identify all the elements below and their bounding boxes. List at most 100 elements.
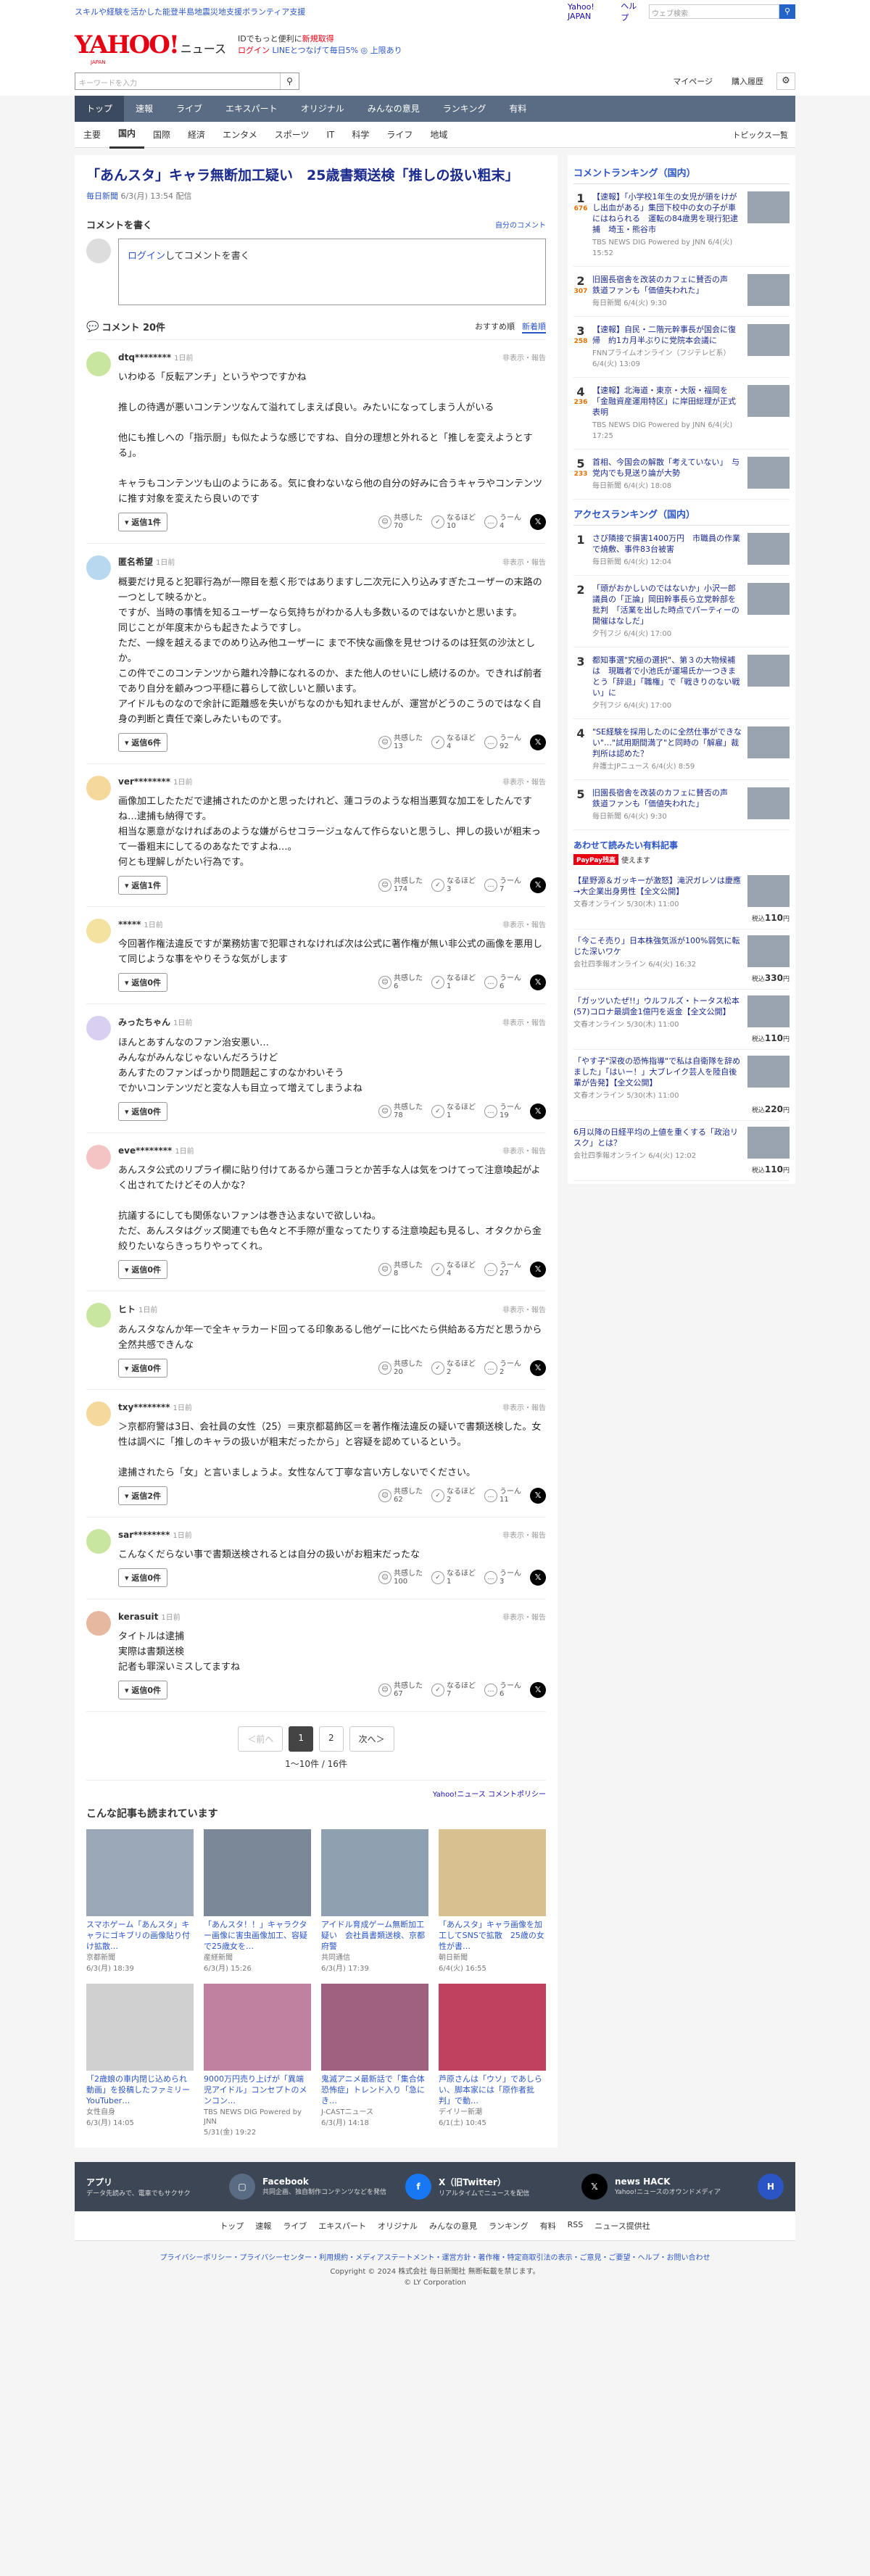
reply-button[interactable]: ▾ 返信0件 bbox=[118, 1568, 168, 1587]
paid-row[interactable]: 6月以降の日経平均の上値を重くする「政治リスク」とは？ 会社四季報オンライン 6/… bbox=[573, 1127, 790, 1161]
paid-row[interactable]: 「ガッツいたぜ!!」ウルフルズ・トータス松本(57)コロナ最調金1億円を返金【全… bbox=[573, 995, 790, 1030]
report-link[interactable]: 非表示・報告 bbox=[502, 1611, 546, 1622]
news-hack-icon[interactable]: H bbox=[758, 2174, 784, 2200]
x-share-icon[interactable]: 𝕏 bbox=[530, 1488, 546, 1504]
comment-author[interactable]: ヒト bbox=[118, 1303, 136, 1315]
ranking-title[interactable]: 旧園長宿舎を改装のカフェに賛否の声 鉄道ファンも「価値失われた」 毎日新聞 6/4… bbox=[592, 787, 743, 822]
empathy-button[interactable]: ☺ 共感した 20 bbox=[378, 1360, 423, 1376]
ranking-thumbnail[interactable] bbox=[747, 787, 790, 819]
ranking-item[interactable]: 5 233 首相、今国会の解散「考えていない」 与党内でも見送り論が大勢 毎日新聞 6… bbox=[573, 450, 790, 500]
hmm-button[interactable]: … うーん 19 bbox=[484, 1103, 521, 1119]
ranking-item[interactable]: 4 236 【速報】北海道・東京・大阪・福岡を「金融資産運用特区」に岸田総理が正式表… bbox=[573, 378, 790, 450]
recommend-item[interactable]: 芦原さんは「ウソ」であしらい、脚本家には「原作者批判」で動… デイリー新潮 6/1(… bbox=[439, 1984, 546, 2137]
keyword-input[interactable]: キーワードを入力 bbox=[75, 73, 280, 89]
recommend-thumbnail[interactable] bbox=[321, 1984, 428, 2071]
hmm-button[interactable]: … うーん 2 bbox=[484, 1360, 521, 1376]
recommend-thumbnail[interactable] bbox=[439, 1984, 546, 2071]
ranking-title[interactable]: 【速報】北海道・東京・大阪・福岡を「金融資産運用特区」に岸田総理が正式表明 TBS… bbox=[592, 385, 743, 442]
agree-button[interactable]: ✓ なるほど 1 bbox=[431, 974, 476, 990]
paid-headline[interactable]: 「やす子"深夜の恐怖指導"で私は自衛隊を辞めました」「はいー！」大ブレイク芸人を… bbox=[573, 1056, 740, 1088]
comment-author[interactable]: みったちゃん bbox=[118, 1016, 170, 1028]
footer-nav-item[interactable]: 速報 bbox=[255, 2220, 271, 2232]
empathy-button[interactable]: ☺ 共感した 62 bbox=[378, 1488, 423, 1504]
x-share-icon[interactable]: 𝕏 bbox=[530, 734, 546, 750]
ranking-item[interactable]: 1 さび隣接で損害1400万円 市職員の作業で焼敷、事件83台被害 毎日新聞 6/4… bbox=[573, 526, 790, 576]
paid-thumbnail[interactable] bbox=[747, 995, 790, 1027]
comment-policy-link[interactable]: Yahoo!ニュース コメントポリシー bbox=[433, 1791, 546, 1799]
footer-box-title[interactable]: news HACK bbox=[615, 2177, 721, 2187]
empathy-button[interactable]: ☺ 共感した 67 bbox=[378, 1682, 423, 1698]
ranking-thumbnail[interactable] bbox=[747, 457, 790, 489]
recommend-thumbnail[interactable] bbox=[86, 1984, 194, 2071]
recommend-title[interactable]: 芦原さんは「ウソ」であしらい、脚本家には「原作者批判」で動… bbox=[439, 2074, 546, 2106]
empathy-button[interactable]: ☺ 共感した 70 bbox=[378, 514, 423, 530]
reply-button[interactable]: ▾ 返信6件 bbox=[118, 733, 168, 752]
agree-button[interactable]: ✓ なるほど 10 bbox=[431, 514, 476, 530]
purchase-link[interactable]: 購入履歴 bbox=[726, 73, 769, 90]
logo[interactable]: YAHOO! JAPAN ニュース bbox=[75, 30, 226, 65]
footer-box[interactable]: Facebook 共同企画、独自制作コンテンツなどを発信 f bbox=[262, 2174, 431, 2200]
footer-nav-item[interactable]: みんなの意見 bbox=[429, 2220, 477, 2232]
paid-item[interactable]: 【星野源＆ガッキーが激怒】滝沢ガレソは慶應→大企業出身男性【全文公開】 文春オンラ… bbox=[573, 869, 790, 929]
ranking-title[interactable]: 都知事選"究極の選択"、第３の大物候補は 現職者で小池氏が運場氏か一つきまとう「… bbox=[592, 655, 743, 711]
footer-nav-item[interactable]: 有料 bbox=[540, 2220, 556, 2232]
paid-thumbnail[interactable] bbox=[747, 1056, 790, 1088]
footer-nav-item[interactable]: オリジナル bbox=[378, 2220, 418, 2232]
report-link[interactable]: 非表示・報告 bbox=[502, 776, 546, 787]
nav-item[interactable]: オリジナル bbox=[289, 96, 356, 122]
search-icon[interactable]: ⚲ bbox=[280, 73, 299, 89]
recommend-item[interactable]: 「2歳娘の車内閉じ込められ動画」を投稿したファミリーYouTuber… 女性自身 6… bbox=[86, 1984, 194, 2137]
category-tab[interactable]: スポーツ bbox=[266, 122, 318, 148]
ranking-title[interactable]: 旧園長宿舎を改装のカフェに賛否の声 鉄道ファンも「価値失われた」 毎日新聞 6/4… bbox=[592, 274, 743, 309]
agree-button[interactable]: ✓ なるほど 7 bbox=[431, 1682, 476, 1698]
reply-button[interactable]: ▾ 返信0件 bbox=[118, 1681, 168, 1699]
hmm-button[interactable]: … うーん 6 bbox=[484, 1682, 521, 1698]
reply-button[interactable]: ▾ 返信0件 bbox=[118, 1359, 168, 1378]
recommend-thumbnail[interactable] bbox=[86, 1829, 194, 1916]
comment-textarea[interactable]: ログインしてコメントを書く bbox=[118, 239, 546, 305]
ranking-headline[interactable]: 【速報】北海道・東京・大阪・福岡を「金融資産運用特区」に岸田総理が正式表明 bbox=[592, 386, 736, 417]
topics-link[interactable]: トピックス一覧 bbox=[732, 129, 795, 141]
ranking-thumbnail[interactable] bbox=[747, 533, 790, 565]
footer-nav-item[interactable]: エキスパート bbox=[318, 2220, 366, 2232]
reply-button[interactable]: ▾ 返信0件 bbox=[118, 1260, 168, 1279]
category-tab[interactable]: IT bbox=[318, 122, 343, 148]
footer-box[interactable]: X（旧Twitter） リアルタイムでニュースを配信 𝕏 bbox=[439, 2174, 608, 2200]
paid-thumbnail[interactable] bbox=[747, 1127, 790, 1159]
recommend-item[interactable]: 鬼滅アニメ最新話で「集合体恐怖症」トレンド入り「急にき… J-CASTニュース 6/… bbox=[321, 1984, 428, 2137]
hmm-button[interactable]: … うーん 3 bbox=[484, 1570, 521, 1586]
paid-headline[interactable]: 「今こそ売り」日本株強気派が100%弱気に転じた深いワケ bbox=[573, 936, 740, 956]
report-link[interactable]: 非表示・報告 bbox=[502, 1401, 546, 1412]
ranking-headline[interactable]: 都知事選"究極の選択"、第３の大物候補は 現職者で小池氏が運場氏か一つきまとう「… bbox=[592, 655, 740, 697]
nav-item[interactable]: エキスパート bbox=[214, 96, 289, 122]
ranking-item[interactable]: 1 676 【速報】「小学校1年生の女児が頭をけがし出血がある」集団下校中の女の子が… bbox=[573, 184, 790, 267]
ranking-item[interactable]: 2 「頭がおかしいのではないか」小沢一郎議員の「正論」岡田幹事長ら立党幹部を批判 … bbox=[573, 576, 790, 647]
ranking-thumbnail[interactable] bbox=[747, 726, 790, 758]
ranking-headline[interactable]: 首相、今国会の解散「考えていない」 与党内でも見送り論が大勢 bbox=[592, 457, 740, 478]
comment-author[interactable]: ver******** bbox=[118, 776, 170, 787]
agree-button[interactable]: ✓ なるほど 2 bbox=[431, 1360, 476, 1376]
footer-nav-item[interactable]: ライブ bbox=[283, 2220, 307, 2232]
x-icon[interactable]: 𝕏 bbox=[581, 2174, 608, 2200]
reply-button[interactable]: ▾ 返信1件 bbox=[118, 513, 168, 531]
reply-button[interactable]: ▾ 返信0件 bbox=[118, 973, 168, 992]
empathy-button[interactable]: ☺ 共感した 100 bbox=[378, 1570, 423, 1586]
empathy-button[interactable]: ☺ 共感した 13 bbox=[378, 734, 423, 750]
category-tab[interactable]: 主要 bbox=[75, 122, 109, 148]
empathy-button[interactable]: ☺ 共感した 8 bbox=[378, 1262, 423, 1277]
comment-author[interactable]: 匿名希望 bbox=[118, 555, 153, 568]
footer-links[interactable]: プライバシーポリシー・プライバシーセンター・利用規約・メディアステートメント・運… bbox=[75, 2251, 795, 2262]
ranking-title[interactable]: 首相、今国会の解散「考えていない」 与党内でも見送り論が大勢 毎日新聞 6/4(火… bbox=[592, 457, 743, 492]
paid-title[interactable]: 「今こそ売り」日本株強気派が100%弱気に転じた深いワケ 会社四季報オンライン 6… bbox=[573, 935, 743, 970]
footer-box-title[interactable]: X（旧Twitter） bbox=[439, 2176, 529, 2188]
footer-box-title[interactable]: アプリ bbox=[86, 2176, 191, 2188]
paid-item[interactable]: 「ガッツいたぜ!!」ウルフルズ・トータス松本(57)コロナ最調金1億円を返金【全… bbox=[573, 990, 790, 1050]
ranking-title[interactable]: 「頭がおかしいのではないか」小沢一郎議員の「正論」岡田幹事長ら立党幹部を批判 「… bbox=[592, 583, 743, 639]
mypage-link[interactable]: マイページ bbox=[667, 73, 718, 90]
recommend-item[interactable]: 「あんスタ！！」キャラクター画像に害虫画像加工、容疑で25歳女を… 産経新聞 6/3… bbox=[204, 1829, 311, 1974]
reply-button[interactable]: ▾ 返信0件 bbox=[118, 1102, 168, 1121]
category-tab[interactable]: 科学 bbox=[343, 122, 378, 148]
footer-nav-item[interactable]: ニュース提供社 bbox=[594, 2220, 650, 2232]
footer-box[interactable]: news HACK Yahoo!ニュースのオウンドメディア H bbox=[615, 2174, 784, 2200]
category-tab[interactable]: 国内 bbox=[109, 120, 145, 149]
